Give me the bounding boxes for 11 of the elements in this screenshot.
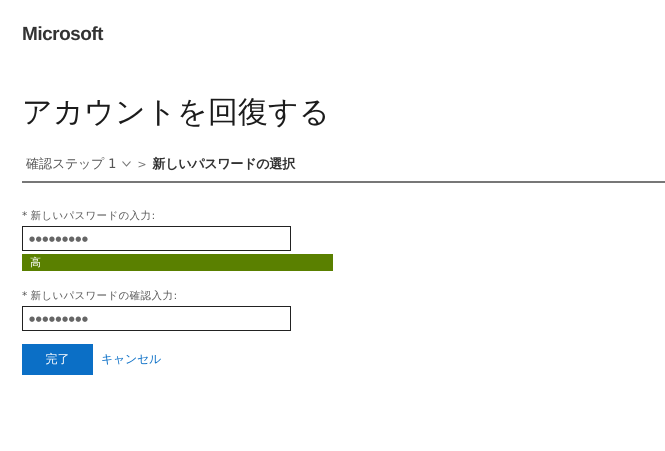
field-label: * 新しいパスワードの確認入力: xyxy=(22,289,178,303)
strength-label: 高 xyxy=(30,255,41,270)
breadcrumb-item[interactable]: 確認ステップ 1 xyxy=(26,155,116,173)
done-button[interactable]: 完了 xyxy=(22,344,93,375)
brand-logo: Microsoft xyxy=(22,24,104,46)
cancel-link[interactable]: キャンセル xyxy=(101,351,161,368)
breadcrumb-separator: > xyxy=(137,158,147,170)
page-title: アカウントを回復する xyxy=(22,94,331,132)
field-label: * 新しいパスワードの入力: xyxy=(22,209,156,223)
breadcrumb-item: 新しいパスワードの選択 xyxy=(152,156,296,173)
chevron-icon[interactable] xyxy=(122,161,132,167)
